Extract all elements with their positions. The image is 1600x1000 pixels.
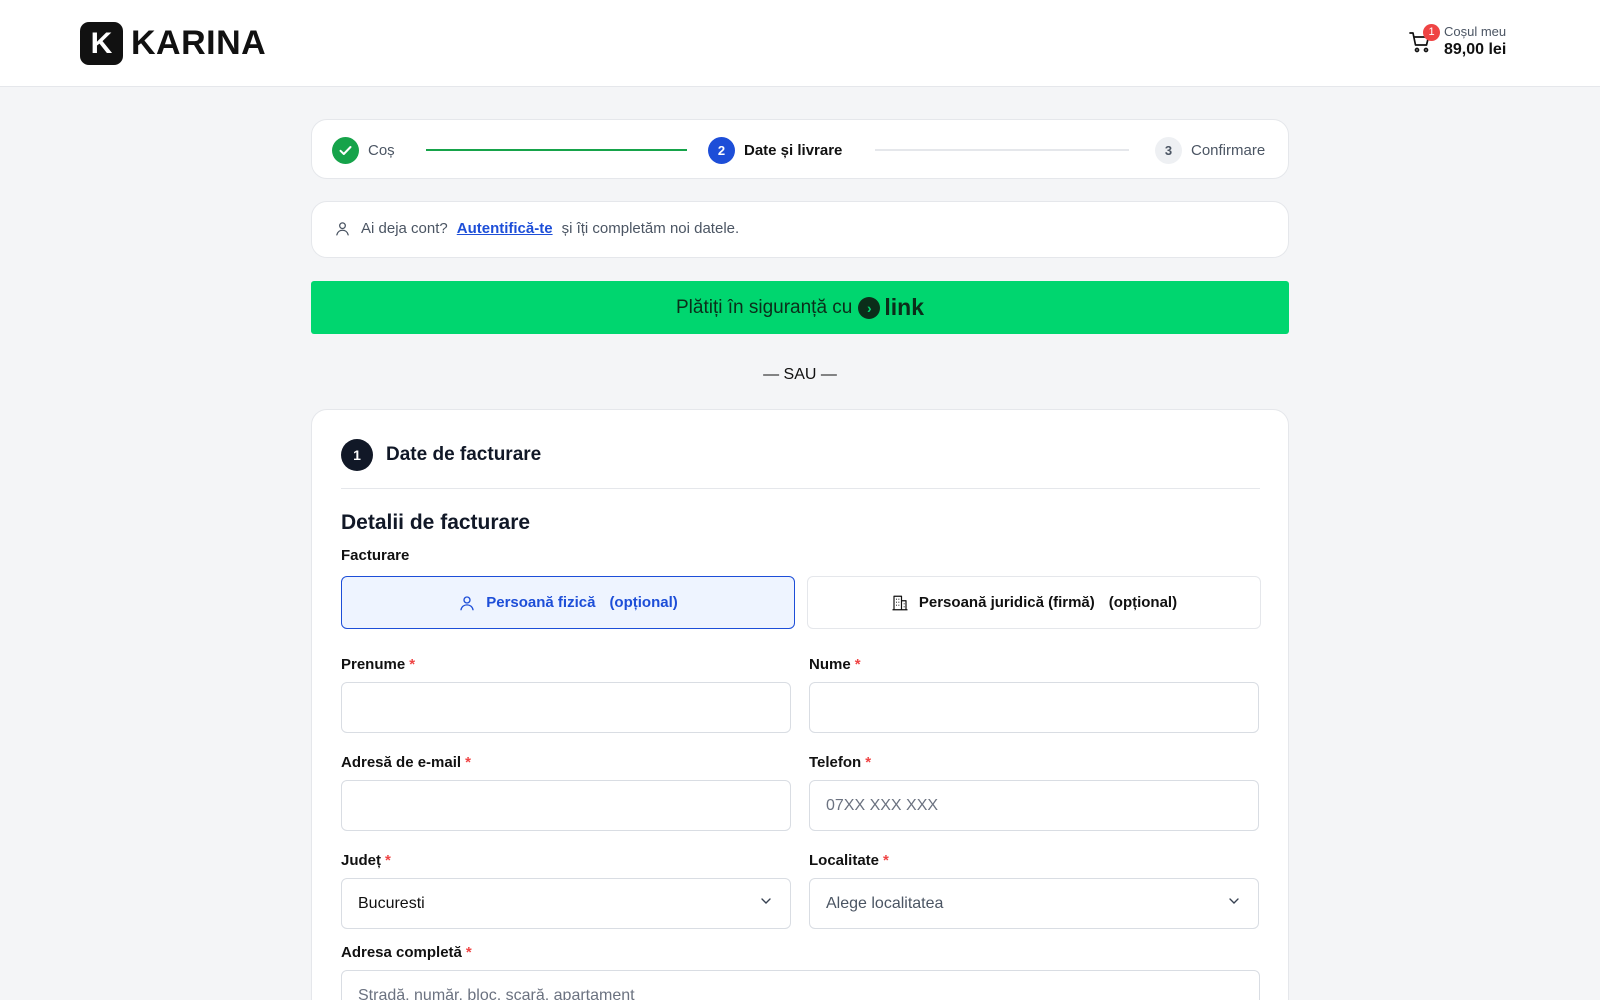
city-label: Localitate * <box>809 852 889 869</box>
cart-count-badge: 1 <box>1423 24 1440 41</box>
company-label: Persoană juridică (firmă) <box>918 594 1095 611</box>
step-label-cart: Coș <box>368 141 395 159</box>
logo-mark: K <box>80 22 123 65</box>
section-number: 1 <box>341 439 373 471</box>
login-question: Ai deja cont? <box>361 220 448 237</box>
brand-logo[interactable]: K KARINA <box>80 22 266 65</box>
city-select[interactable]: Alege localitatea <box>809 878 1259 929</box>
step-label-confirm: Confirmare <box>1191 141 1266 159</box>
county-label: Județ * <box>341 852 391 869</box>
individual-label: Persoană fizică <box>486 594 596 611</box>
checkout-stepper: Coș 2 Date și livrare 3 Confirmare <box>311 119 1289 179</box>
pay-with-link-button[interactable]: Plătiți în siguranță cu › link <box>311 281 1289 334</box>
step-connector-done <box>426 149 687 151</box>
logo-text: KARINA <box>131 24 267 62</box>
pay-link-label: Plătiți în siguranță cu <box>676 296 853 318</box>
or-separator: — SAU — <box>763 366 837 383</box>
check-icon <box>332 136 359 164</box>
step-number-upcoming: 3 <box>1155 136 1182 164</box>
step-number-active: 2 <box>708 136 735 164</box>
section-title: Date de facturare <box>386 444 542 465</box>
email-label: Adresă de e-mail * <box>341 754 471 771</box>
first-name-input[interactable] <box>341 682 791 733</box>
link-brand-logo: › link <box>858 294 924 321</box>
step-details: 2 Date și livrare <box>708 136 842 164</box>
cart-total: 89,00 lei <box>1444 41 1507 58</box>
link-arrow-icon: › <box>858 296 881 319</box>
chevron-down-icon <box>758 893 774 914</box>
step-confirm: 3 Confirmare <box>1155 136 1265 164</box>
company-optional: (opțional) <box>1108 594 1178 611</box>
individual-billing-option[interactable]: Persoană fizică (opțional) <box>341 576 795 629</box>
building-icon <box>891 594 909 612</box>
last-name-input[interactable] <box>809 682 1259 733</box>
first-name-label: Prenume * <box>341 656 416 673</box>
billing-form: 1 Date de facturare Detalii de facturare… <box>311 409 1289 1000</box>
step-connector-pending <box>875 149 1129 151</box>
individual-optional: (opțional) <box>609 594 678 611</box>
last-name-label: Nume * <box>809 656 861 673</box>
city-placeholder: Alege localitatea <box>826 894 944 912</box>
login-link[interactable]: Autentifică-te <box>457 220 553 237</box>
county-select[interactable]: Bucuresti <box>341 878 791 929</box>
company-billing-option[interactable]: Persoană juridică (firmă) (opțional) <box>807 576 1261 629</box>
billing-details-title: Detalii de facturare <box>341 511 531 534</box>
link-brand-word: link <box>884 294 924 320</box>
phone-input[interactable] <box>809 780 1259 831</box>
billing-type-label: Facturare <box>341 547 410 564</box>
step-cart[interactable]: Coș <box>332 136 395 164</box>
person-icon <box>458 594 476 612</box>
address-label: Adresa completă * <box>341 944 472 961</box>
phone-label: Telefon * <box>809 754 872 771</box>
cart-label: Coșul meu <box>1444 24 1507 39</box>
login-prompt: Ai deja cont? Autentifică-te și îți comp… <box>311 201 1289 258</box>
county-value: Bucuresti <box>358 894 425 912</box>
user-icon <box>334 220 351 237</box>
email-input[interactable] <box>341 780 791 831</box>
chevron-down-icon <box>1226 893 1242 914</box>
cart-icon: 1 <box>1408 24 1440 60</box>
step-label-details: Date și livrare <box>744 141 843 159</box>
login-suffix: și îți completăm noi datele. <box>561 220 740 237</box>
top-header: K KARINA 1 Coșul meu 89,00 lei <box>0 0 1600 87</box>
section-divider <box>341 488 1260 489</box>
cart-summary[interactable]: 1 Coșul meu 89,00 lei <box>1408 24 1506 60</box>
address-input[interactable] <box>341 970 1260 1000</box>
